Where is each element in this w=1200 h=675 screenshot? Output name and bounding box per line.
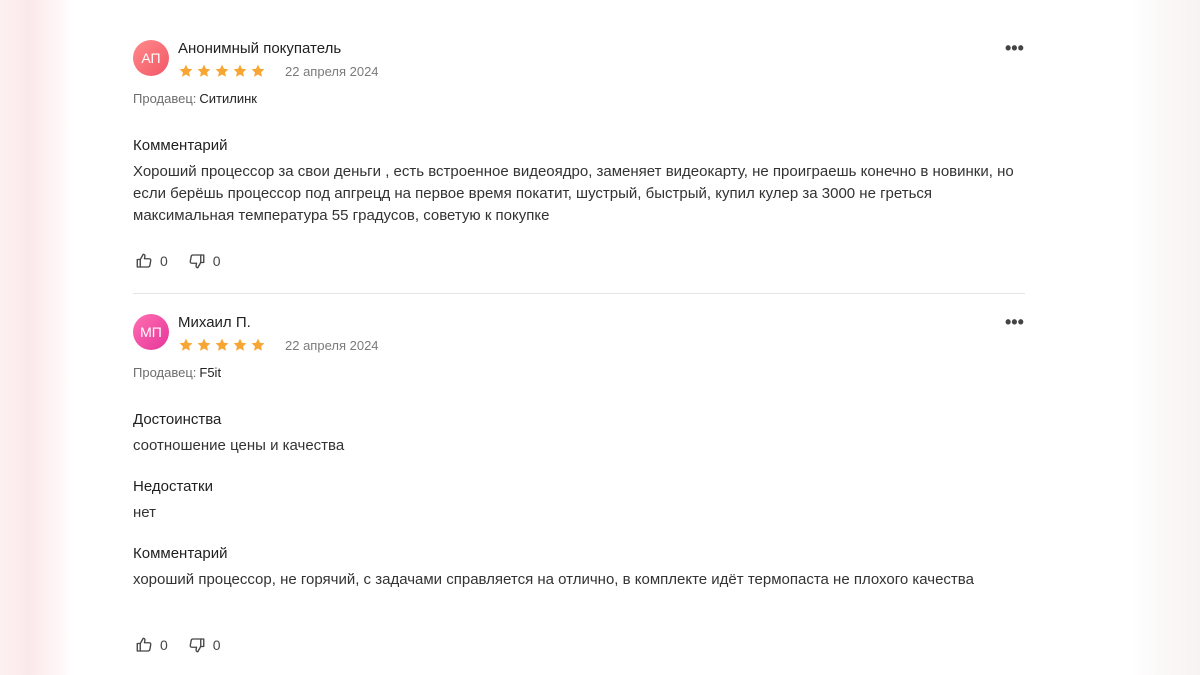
rating-stars — [178, 337, 266, 353]
dislike-count: 0 — [212, 253, 221, 269]
review-date: 22 апреля 2024 — [285, 338, 379, 353]
vote-bar: 0 0 — [135, 252, 241, 270]
more-dots-icon[interactable]: ••• — [1005, 312, 1024, 332]
dislike-count: 0 — [212, 637, 221, 653]
pros-title: Достоинства — [133, 411, 222, 428]
avatar: АП — [133, 40, 169, 76]
vote-bar: 0 0 — [135, 636, 241, 654]
review-author: Анонимный покупатель — [178, 40, 342, 57]
star-icon — [233, 64, 247, 77]
thumbs-up-icon — [136, 637, 152, 652]
like-button[interactable]: 0 — [135, 252, 168, 270]
comment-title: Комментарий — [133, 545, 228, 562]
thumbs-up-icon — [136, 253, 152, 268]
comment-text: Хороший процессор за свои деньги , есть … — [133, 163, 1014, 224]
cons-text: нет — [133, 504, 156, 521]
seller-label: Продавец: — [133, 365, 197, 380]
star-icon — [233, 338, 247, 351]
like-count: 0 — [160, 637, 168, 653]
dislike-button[interactable]: 0 — [188, 252, 221, 270]
cons-title: Недостатки — [133, 478, 213, 495]
like-count: 0 — [160, 253, 168, 269]
right-background — [1132, 0, 1200, 675]
more-dots-icon[interactable]: ••• — [1005, 38, 1024, 58]
comment-text: хороший процессор, не горячий, с задачам… — [133, 571, 974, 588]
avatar: МП — [133, 314, 169, 350]
star-icon — [251, 64, 265, 77]
review-divider — [133, 293, 1025, 294]
star-icon — [197, 64, 211, 77]
star-icon — [197, 338, 211, 351]
review-author: Михаил П. — [178, 314, 251, 331]
thumbs-down-icon — [189, 638, 205, 653]
seller-label: Продавец: — [133, 91, 197, 106]
seller-info: Продавец: Ситилинк — [133, 91, 257, 106]
star-icon — [215, 64, 229, 77]
star-icon — [251, 338, 265, 351]
thumbs-down-icon — [189, 254, 205, 269]
seller-info: Продавец: F5it — [133, 365, 221, 380]
comment-title: Комментарий — [133, 137, 228, 154]
review-date: 22 апреля 2024 — [285, 64, 379, 79]
star-icon — [179, 64, 193, 77]
like-button[interactable]: 0 — [135, 636, 168, 654]
star-icon — [179, 338, 193, 351]
star-icon — [215, 338, 229, 351]
dislike-button[interactable]: 0 — [188, 636, 221, 654]
rating-stars — [178, 63, 266, 79]
pros-text: соотношение цены и качества — [133, 437, 345, 454]
seller-name[interactable]: Ситилинк — [199, 91, 257, 106]
left-background — [0, 0, 72, 675]
seller-name[interactable]: F5it — [199, 365, 221, 380]
